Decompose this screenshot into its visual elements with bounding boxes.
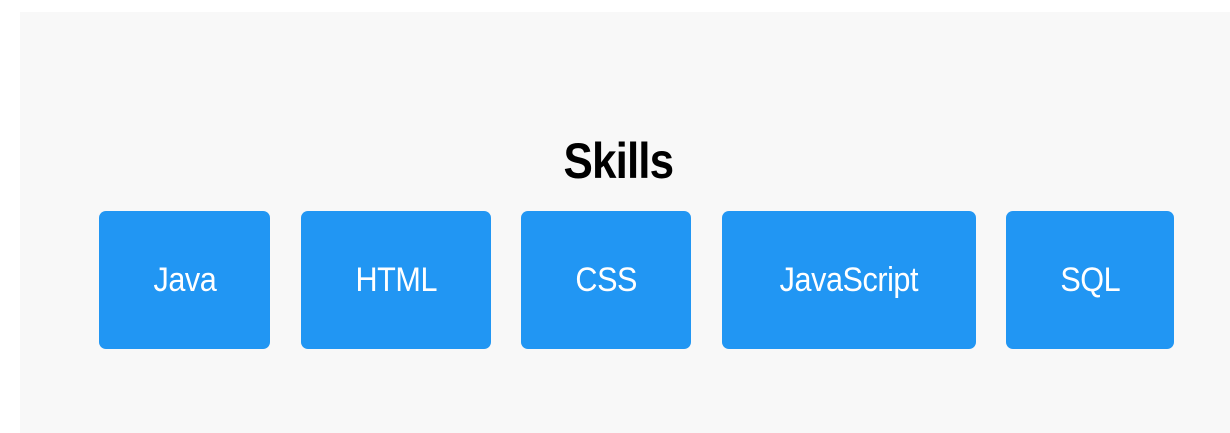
skill-tile-css: CSS [521,211,691,349]
skill-label: JavaScript [779,260,919,299]
skill-tile-javascript: JavaScript [722,211,976,349]
section-title: Skills [563,133,675,189]
skill-tile-html: HTML [301,211,491,349]
skill-label: HTML [355,260,437,299]
skill-tile-java: Java [99,211,270,349]
skill-tile-sql: SQL [1006,211,1174,349]
skill-label: SQL [1060,260,1120,299]
skill-label: Java [153,260,216,299]
skill-label: CSS [575,260,637,299]
